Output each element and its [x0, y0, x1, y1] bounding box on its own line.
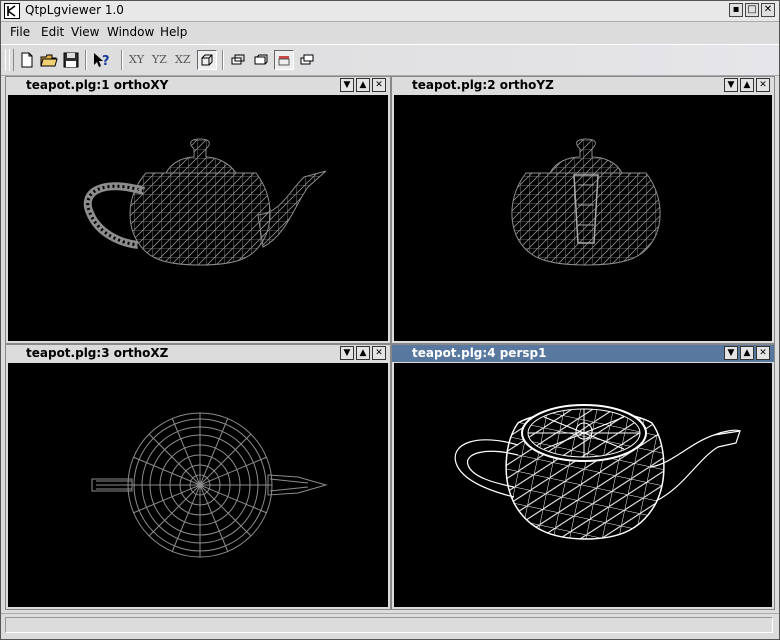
save-file-button[interactable] [61, 50, 81, 70]
maximize-icon: ▲ [359, 348, 367, 358]
close-button[interactable]: ✕ [372, 78, 386, 92]
open-file-button[interactable] [39, 50, 59, 70]
close-button[interactable]: ✕ [761, 3, 775, 17]
open-folder-icon [40, 54, 58, 67]
minimize-button[interactable]: ▼ [724, 78, 738, 92]
minimize-icon: ▪ [732, 4, 740, 15]
minimize-button[interactable]: ▪ [729, 3, 743, 17]
toolbar-separator [121, 50, 123, 70]
subwindow-title: teapot.plg:2 orthoYZ [412, 78, 554, 92]
view-xz-button[interactable]: XZ [173, 50, 193, 70]
axis-xy-icon: XY [129, 53, 145, 66]
svg-text:XZ: XZ [175, 53, 191, 66]
close-button[interactable]: ✕ [372, 346, 386, 360]
teapot-wireframe-perspective [454, 404, 741, 540]
mdi-workspace: teapot.plg:1 orthoXY ▼ ▲ ✕ teapot.plg:2 … [5, 76, 775, 610]
viewport-persp[interactable] [394, 363, 772, 607]
toolbar-separator [222, 50, 224, 70]
close-button[interactable]: ✕ [756, 78, 770, 92]
menu-window[interactable]: Window [107, 25, 154, 39]
teapot-wireframe-top [91, 412, 328, 558]
maximize-button[interactable]: ▲ [356, 346, 370, 360]
subwindow-titlebar[interactable]: teapot.plg:1 orthoXY ▼ ▲ ✕ [6, 77, 390, 94]
close-icon: ✕ [763, 4, 773, 15]
maximize-icon: ▲ [359, 80, 367, 90]
subwindow-title: teapot.plg:4 persp1 [412, 346, 547, 360]
subwindow-persp[interactable]: teapot.plg:4 persp1 ▼ ▲ ✕ [391, 344, 775, 610]
new-file-icon [21, 52, 33, 68]
maximize-icon: ▲ [743, 80, 751, 90]
save-disk-icon [63, 52, 79, 68]
view-persp-button[interactable] [197, 50, 217, 70]
subwindow-titlebar[interactable]: teapot.plg:3 orthoXZ ▼ ▲ ✕ [6, 345, 390, 362]
menu-edit[interactable]: Edit [41, 25, 64, 39]
perspective-cube-icon [201, 54, 213, 66]
maximize-button[interactable]: ▲ [356, 78, 370, 92]
whats-this-button[interactable]: ? [91, 50, 111, 70]
status-message-field [5, 617, 773, 633]
svg-text:YZ: YZ [151, 53, 167, 66]
minimize-button[interactable]: ▼ [340, 346, 354, 360]
maximize-button[interactable]: ▲ [740, 346, 754, 360]
teapot-wireframe-side [83, 138, 327, 266]
window-list-button[interactable] [297, 50, 317, 70]
subwindow-ortho-xz[interactable]: teapot.plg:3 orthoXZ ▼ ▲ ✕ [5, 344, 391, 610]
app-window: QtpLgviewer 1.0 ▪ □ ✕ File Edit View Win… [0, 0, 780, 640]
close-icon: ✕ [375, 348, 383, 358]
viewport-ortho-xz[interactable] [8, 363, 388, 607]
subwindow-title: teapot.plg:1 orthoXY [26, 78, 169, 92]
svg-text:XY: XY [129, 53, 145, 66]
title-bar[interactable]: QtpLgviewer 1.0 ▪ □ ✕ [1, 1, 779, 22]
teapot-wireframe-front [511, 138, 661, 266]
minimize-button[interactable]: ▼ [340, 78, 354, 92]
kde-k-icon[interactable] [4, 3, 20, 19]
axis-xz-icon: XZ [175, 53, 191, 66]
tile-windows-button[interactable] [251, 50, 271, 70]
minimize-button[interactable]: ▼ [724, 346, 738, 360]
toolbar: ? XY YZ XZ [1, 44, 779, 76]
viewport-ortho-xy[interactable] [8, 95, 388, 341]
menu-view[interactable]: View [71, 25, 99, 39]
tile-windows-icon [254, 54, 268, 65]
viewport-ortho-yz[interactable] [394, 95, 772, 341]
view-yz-button[interactable]: YZ [150, 50, 170, 70]
cascade-windows-icon [231, 54, 245, 65]
subwindow-ortho-yz[interactable]: teapot.plg:2 orthoYZ ▼ ▲ ✕ [391, 76, 775, 344]
new-file-button[interactable] [17, 50, 37, 70]
subwindow-ortho-xy[interactable]: teapot.plg:1 orthoXY ▼ ▲ ✕ [5, 76, 391, 344]
minimize-icon: ▼ [727, 80, 735, 90]
maximize-button[interactable]: ▲ [740, 78, 754, 92]
subwindow-titlebar[interactable]: teapot.plg:2 orthoYZ ▼ ▲ ✕ [392, 77, 774, 94]
minimize-icon: ▼ [343, 80, 351, 90]
status-bar [1, 613, 779, 638]
window-list-icon [300, 54, 314, 65]
close-icon: ✕ [759, 348, 767, 358]
toolbar-separator [85, 50, 87, 70]
maximize-button[interactable]: □ [745, 3, 759, 17]
close-icon: ✕ [759, 80, 767, 90]
axis-yz-icon: YZ [151, 53, 167, 66]
svg-text:?: ? [102, 54, 110, 69]
view-xy-button[interactable]: XY [127, 50, 147, 70]
cascade-windows-button[interactable] [228, 50, 248, 70]
toolbar-handle[interactable] [9, 49, 14, 71]
whats-this-help-icon: ? [94, 53, 110, 69]
menu-file[interactable]: File [10, 25, 30, 39]
close-button[interactable]: ✕ [756, 346, 770, 360]
minimize-icon: ▼ [343, 348, 351, 358]
menu-bar: File Edit View Window Help [1, 22, 779, 43]
menu-help[interactable]: Help [160, 25, 187, 39]
subwindow-title: teapot.plg:3 orthoXZ [26, 346, 169, 360]
shade-toggle-button[interactable] [274, 50, 294, 70]
window-title: QtpLgviewer 1.0 [25, 3, 124, 17]
maximize-icon: □ [747, 4, 757, 15]
shade-toggle-icon [278, 56, 290, 66]
minimize-icon: ▼ [727, 348, 735, 358]
subwindow-titlebar-active[interactable]: teapot.plg:4 persp1 ▼ ▲ ✕ [392, 345, 774, 362]
maximize-icon: ▲ [743, 348, 751, 358]
close-icon: ✕ [375, 80, 383, 90]
